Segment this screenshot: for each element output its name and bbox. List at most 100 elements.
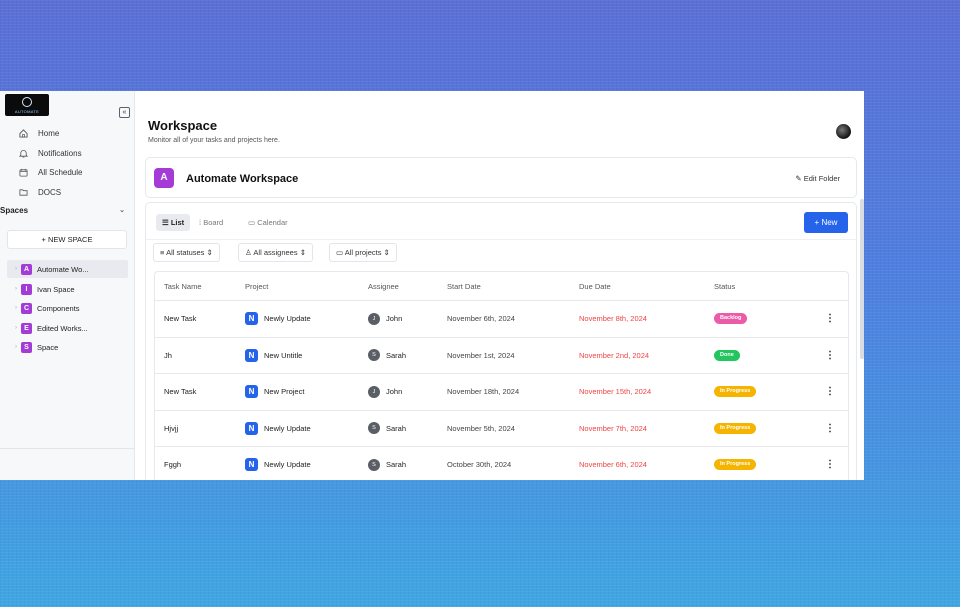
project-badge: N (245, 458, 258, 472)
assignee-filter[interactable]: ♙ All assignees ⇕ (238, 243, 313, 262)
project-badge: N (245, 385, 258, 399)
row-menu-button[interactable]: ⋮ (825, 338, 835, 374)
double-chevron-left-icon: « (122, 109, 127, 116)
space-name: Ivan Space (37, 284, 75, 294)
row-menu-button[interactable]: ⋮ (825, 447, 835, 480)
sidebar-item-label: Home (38, 128, 60, 138)
project-cell[interactable]: N New Untitle (245, 338, 302, 374)
project-cell[interactable]: N New Project (245, 374, 304, 410)
kebab-menu-icon: ⋮ (825, 349, 835, 361)
filter-label: All statuses (166, 248, 205, 257)
status-cell[interactable]: In Progress (714, 411, 757, 447)
chevron-right-icon: › (15, 286, 17, 292)
project-badge: N (245, 312, 258, 326)
kebab-menu-icon: ⋮ (825, 313, 835, 325)
project-name: New Untitle (264, 350, 303, 360)
collapse-sidebar-button[interactable]: « (119, 107, 130, 118)
row-menu-button[interactable]: ⋮ (825, 374, 835, 410)
calendar-icon: ▭ (248, 218, 256, 227)
calendar-icon (18, 167, 28, 177)
row-menu-button[interactable]: ⋮ (825, 301, 835, 337)
filter-label: All assignees (253, 248, 298, 257)
table-row[interactable]: Jh N New Untitle S Sarah November 1st, 2… (155, 338, 848, 374)
app-logo[interactable]: AUTOMATE (5, 94, 49, 116)
start-date: November 1st, 2024 (447, 350, 515, 360)
column-header[interactable]: Due Date (579, 272, 611, 300)
project-cell[interactable]: N Newly Update (245, 301, 311, 337)
bell-icon (18, 148, 28, 158)
chevron-updown-icon: ⇕ (383, 248, 390, 257)
chevron-updown-icon: ⇕ (206, 248, 213, 257)
tab-calendar[interactable]: ▭ Calendar (242, 214, 294, 231)
new-task-button[interactable]: + New (804, 212, 848, 233)
sidebar-item-all-schedule[interactable]: All Schedule (18, 165, 82, 179)
chevron-right-icon: › (15, 266, 17, 272)
spaces-header[interactable]: Spaces ⌄ (0, 206, 135, 218)
task-name[interactable]: Jh (164, 338, 172, 374)
list-icon: ☰ (162, 218, 169, 227)
sidebar-item-docs[interactable]: DOCS (18, 185, 61, 199)
kebab-menu-icon: ⋮ (825, 459, 835, 471)
space-item-components[interactable]: › C Components (7, 299, 128, 317)
project-cell[interactable]: N Newly Update (245, 411, 311, 447)
filter-label: All projects (344, 248, 382, 257)
space-item-edited-works[interactable]: › E Edited Works... (7, 319, 128, 337)
task-name[interactable]: New Task (164, 374, 196, 410)
user-icon: ♙ (245, 248, 252, 257)
assignee-cell[interactable]: J John (368, 374, 402, 410)
status-cell[interactable]: Done (714, 338, 740, 374)
sidebar-item-home[interactable]: Home (18, 126, 59, 140)
table-row[interactable]: New Task N Newly Update J John November … (155, 301, 848, 338)
scrollbar[interactable] (860, 199, 864, 359)
new-space-button[interactable]: + NEW SPACE (7, 230, 127, 249)
status-cell[interactable]: In Progress (714, 447, 757, 480)
kebab-menu-icon: ⋮ (825, 422, 835, 434)
task-name[interactable]: Hjvjj (164, 411, 178, 447)
edit-folder-label: Edit Folder (803, 174, 840, 183)
kebab-menu-icon: ⋮ (825, 386, 835, 398)
space-name: Components (37, 303, 80, 313)
sidebar-item-notifications[interactable]: Notifications (18, 146, 82, 160)
assignee-cell[interactable]: J John (368, 301, 402, 337)
status-filter[interactable]: ≡ All statuses ⇕ (153, 243, 220, 262)
project-cell[interactable]: N Newly Update (245, 447, 311, 480)
table-row[interactable]: Fggh N Newly Update S Sarah October 30th… (155, 447, 848, 480)
space-item-space[interactable]: › S Space (7, 338, 128, 356)
project-name: Newly Update (264, 423, 311, 433)
assignee-cell[interactable]: S Sarah (368, 338, 406, 374)
logo-mark-icon (22, 97, 32, 107)
assignee-cell[interactable]: S Sarah (368, 411, 406, 447)
user-avatar[interactable] (836, 124, 851, 139)
status-badge: Done (714, 349, 740, 361)
space-name: Edited Works... (37, 323, 88, 333)
page-subtitle: Monitor all of your tasks and projects h… (148, 137, 280, 144)
tab-list[interactable]: ☰ List (156, 214, 191, 231)
folder-icon (18, 187, 28, 197)
home-icon (18, 128, 28, 138)
project-badge: N (245, 421, 258, 435)
column-header[interactable]: Project (245, 272, 268, 300)
status-cell[interactable]: In Progress (714, 374, 757, 410)
column-header[interactable]: Status (714, 272, 735, 300)
task-name[interactable]: Fggh (164, 447, 181, 480)
tab-board[interactable]: ⁞ Board (193, 214, 229, 231)
space-badge: C (21, 302, 32, 314)
space-badge: S (21, 341, 32, 353)
edit-folder-button[interactable]: ✎ Edit Folder (795, 174, 840, 183)
status-badge: In Progress (714, 386, 757, 398)
space-item-ivan[interactable]: › I Ivan Space (7, 280, 128, 298)
project-filter[interactable]: ▭ All projects ⇕ (329, 243, 397, 262)
table-row[interactable]: Hjvjj N Newly Update S Sarah November 5t… (155, 411, 848, 447)
space-item-automate[interactable]: › A Automate Wo... (7, 260, 128, 278)
table-row[interactable]: New Task N New Project J John November 1… (155, 374, 848, 411)
assignee-cell[interactable]: S Sarah (368, 447, 406, 480)
column-header[interactable]: Start Date (447, 272, 481, 300)
column-header[interactable]: Assignee (368, 272, 399, 300)
status-cell[interactable]: Backlog (714, 301, 748, 337)
task-name[interactable]: New Task (164, 301, 196, 337)
row-menu-button[interactable]: ⋮ (825, 411, 835, 447)
assignee-name: John (386, 387, 403, 397)
column-header[interactable]: Task Name (164, 272, 202, 300)
workspace-name: Automate Workspace (186, 173, 299, 185)
app-window: AUTOMATE « Home Notifications All Schedu… (0, 91, 864, 480)
